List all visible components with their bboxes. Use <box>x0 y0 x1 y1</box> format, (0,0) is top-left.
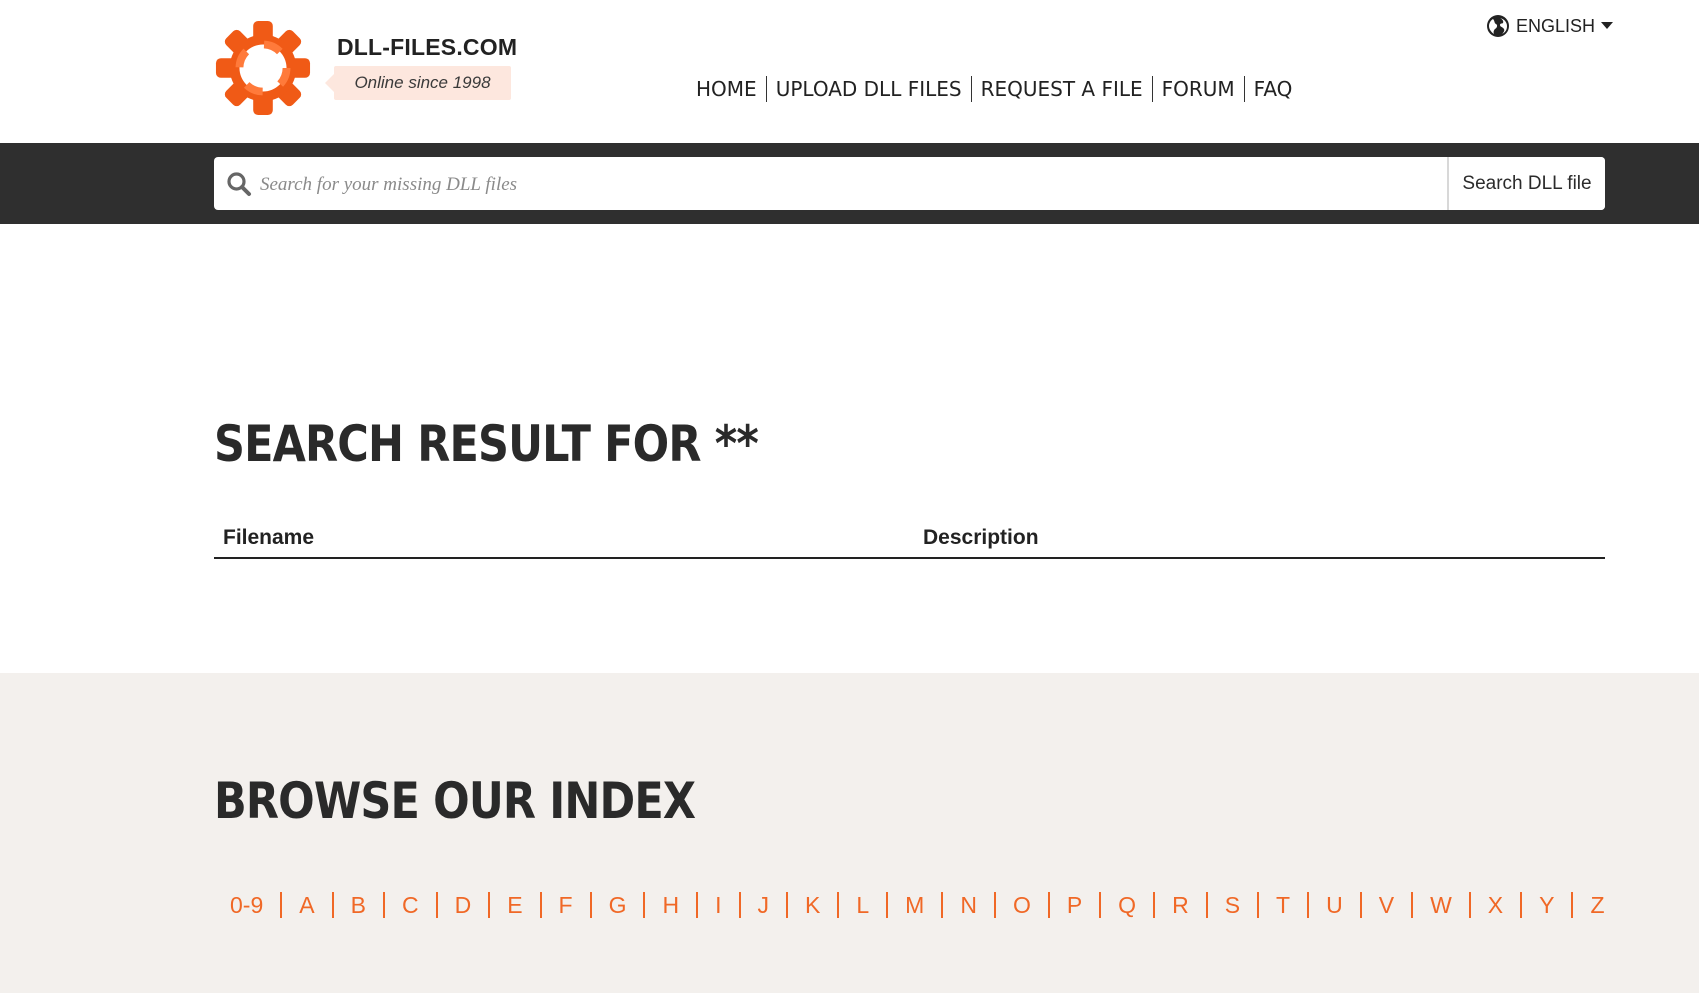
index-separator <box>1099 892 1102 918</box>
index-letter-y[interactable]: Y <box>1539 892 1554 919</box>
results-table: Filename Description <box>214 520 1605 559</box>
search-input[interactable] <box>258 157 1442 210</box>
search-bar: Search DLL file <box>0 143 1699 224</box>
index-separator <box>886 892 889 918</box>
index-letter-n[interactable]: N <box>960 892 977 919</box>
index-letter-c[interactable]: C <box>402 892 419 919</box>
index-letter-p[interactable]: P <box>1067 892 1082 919</box>
brand-name[interactable]: DLL-FILES.COM <box>337 34 517 61</box>
browse-section: BROWSE OUR INDEX 0-9 A B C D E F G H I J K L M N O P Q R S T… <box>0 673 1699 993</box>
index-letter-x[interactable]: X <box>1488 892 1503 919</box>
search-icon <box>227 172 251 196</box>
main-nav: HOME UPLOAD DLL FILES REQUEST A FILE FOR… <box>690 74 1301 104</box>
index-separator <box>1468 892 1471 918</box>
index-letter-f[interactable]: F <box>559 892 573 919</box>
language-selector[interactable]: ENGLISH <box>1486 12 1614 40</box>
index-letter-j[interactable]: J <box>758 892 770 919</box>
index-letter-l[interactable]: L <box>856 892 869 919</box>
index-separator <box>1359 892 1362 918</box>
index-separator <box>696 892 699 918</box>
index-letter-a[interactable]: A <box>299 892 314 919</box>
index-separator <box>1153 892 1156 918</box>
index-letter-e[interactable]: E <box>507 892 522 919</box>
tagline: Online since 1998 <box>325 66 511 100</box>
index-letter-r[interactable]: R <box>1172 892 1189 919</box>
index-letter-u[interactable]: U <box>1326 892 1343 919</box>
index-letter-d[interactable]: D <box>455 892 472 919</box>
search-dll-file-button[interactable]: Search DLL file <box>1447 157 1605 210</box>
index-letter-t[interactable]: T <box>1276 892 1290 919</box>
index-separator <box>1047 892 1050 918</box>
index-letter-g[interactable]: G <box>609 892 627 919</box>
index-separator <box>643 892 646 918</box>
index-separator <box>280 892 283 918</box>
language-label: ENGLISH <box>1516 15 1596 36</box>
index-separator <box>435 892 438 918</box>
index-separator <box>786 892 788 918</box>
index-letter-i[interactable]: I <box>715 892 721 919</box>
index-separator <box>488 892 491 918</box>
results-title: SEARCH RESULT FOR ** <box>214 415 759 473</box>
nav-request-a-file[interactable]: REQUEST A FILE <box>970 76 1152 102</box>
logo-icon[interactable] <box>214 18 312 118</box>
index-letter-b[interactable]: B <box>351 892 366 919</box>
browse-title: BROWSE OUR INDEX <box>214 772 696 830</box>
index-letter-q[interactable]: Q <box>1118 892 1136 919</box>
caret-down-icon <box>1601 22 1614 29</box>
index-separator <box>589 892 592 918</box>
search-box: Search DLL file <box>214 157 1605 210</box>
site-header: DLL-FILES.COM Online since 1998 ENGLISH … <box>0 0 1699 143</box>
index-separator <box>331 892 334 918</box>
nav-home[interactable]: HOME <box>690 76 766 102</box>
nav-upload-dll-files[interactable]: UPLOAD DLL FILES <box>765 76 971 102</box>
nav-faq[interactable]: FAQ <box>1243 76 1302 102</box>
index-separator <box>1205 892 1208 918</box>
globe-icon <box>1487 15 1509 37</box>
index-separator <box>539 892 542 918</box>
index-letter-v[interactable]: V <box>1379 892 1394 919</box>
index-letter-s[interactable]: S <box>1225 892 1240 919</box>
index-letter-h[interactable]: H <box>662 892 679 919</box>
index-letter-o[interactable]: O <box>1013 892 1031 919</box>
index-separator <box>738 892 741 918</box>
index-separator <box>1307 892 1310 918</box>
index-letter-k[interactable]: K <box>805 892 820 919</box>
index-separator <box>1257 892 1260 918</box>
index-separator <box>837 892 840 918</box>
index-letter-m[interactable]: M <box>905 892 924 919</box>
column-description[interactable]: Description <box>914 520 1605 559</box>
index-separator <box>1520 892 1523 918</box>
index-letter-w[interactable]: W <box>1430 892 1452 919</box>
alphabet-index: 0-9 A B C D E F G H I J K L M N O P Q R S T U V W X Y Z <box>230 887 1605 923</box>
index-separator <box>941 892 944 918</box>
index-separator <box>1571 892 1574 918</box>
index-letter-0-9[interactable]: 0-9 <box>230 892 263 919</box>
index-separator <box>993 892 996 918</box>
nav-forum[interactable]: FORUM <box>1151 76 1244 102</box>
table-header-row: Filename Description <box>214 520 1605 559</box>
index-letter-z[interactable]: Z <box>1590 892 1604 919</box>
column-filename[interactable]: Filename <box>214 520 914 559</box>
index-separator <box>382 892 385 918</box>
index-separator <box>1411 892 1414 918</box>
